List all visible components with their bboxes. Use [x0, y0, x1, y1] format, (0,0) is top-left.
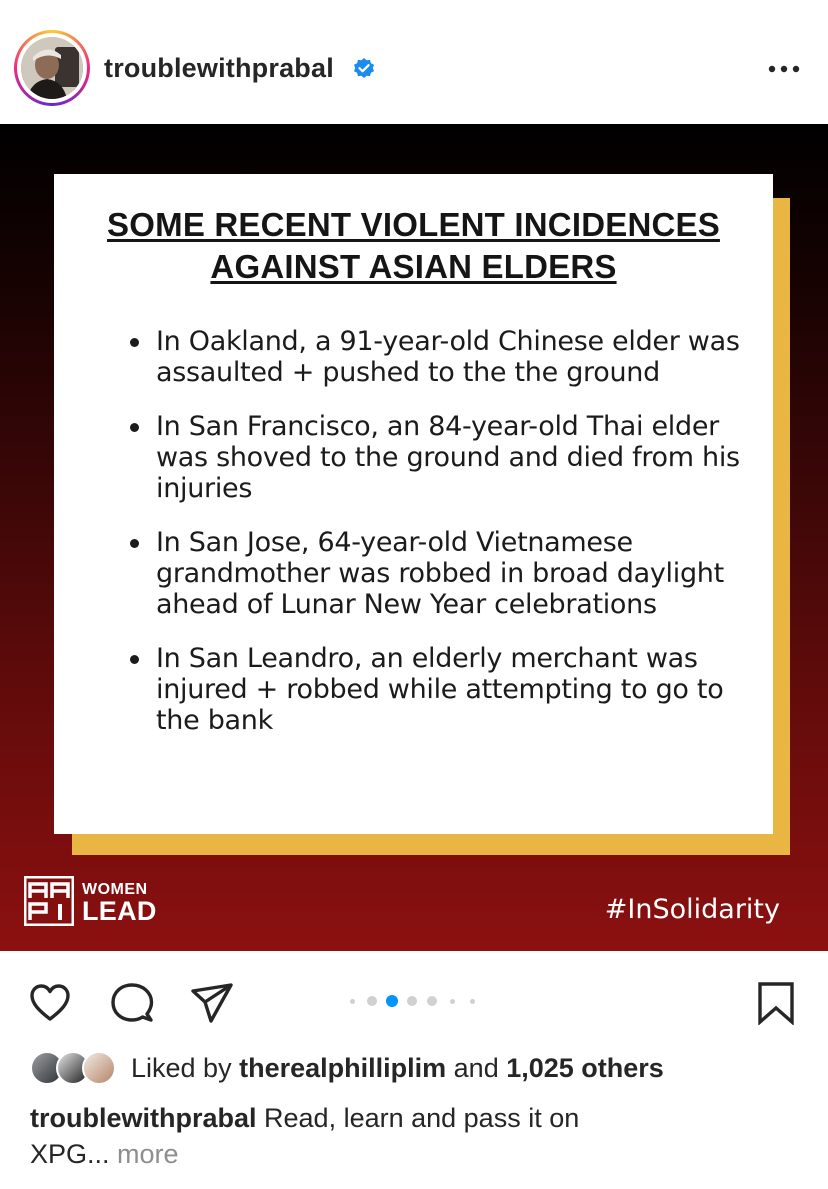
- caption: troublewithprabal Read, learn and pass i…: [30, 1100, 810, 1172]
- carousel-dot: [427, 996, 437, 1006]
- send-icon[interactable]: [190, 981, 234, 1025]
- liker-username[interactable]: therealphilliplim: [239, 1053, 446, 1083]
- card-title-line1: SOME RECENT VIOLENT INCIDENCES: [107, 206, 720, 243]
- likes-count[interactable]: 1,025 others: [506, 1053, 664, 1083]
- ellipsis-horizontal-icon[interactable]: [764, 56, 804, 82]
- carousel-dot: [367, 996, 377, 1006]
- likes-prefix: Liked by: [131, 1053, 232, 1083]
- action-bar: [0, 951, 828, 1046]
- likes-row[interactable]: Liked by therealphilliplim and 1,025 oth…: [30, 1048, 810, 1088]
- bookmark-icon[interactable]: [754, 981, 798, 1025]
- post-image[interactable]: SOME RECENT VIOLENT INCIDENCES AGAINST A…: [0, 124, 828, 951]
- avatar-photo: [21, 37, 83, 99]
- story-ring[interactable]: [14, 30, 90, 106]
- heart-icon[interactable]: [28, 981, 72, 1025]
- carousel-dot: [349, 998, 355, 1004]
- liker-avatar[interactable]: [82, 1051, 116, 1085]
- caption-more-link[interactable]: more: [117, 1139, 179, 1169]
- post-header: troublewithprabal: [0, 0, 828, 124]
- caption-text-line2: XPG...: [30, 1139, 110, 1169]
- hashtag: #InSolidarity: [604, 894, 780, 925]
- aapi-women-lead-logo: WOMEN LEAD: [24, 876, 164, 928]
- incident-list: In Oakland, a 91-year-old Chinese elder …: [124, 326, 744, 759]
- likes-text: Liked by therealphilliplim and 1,025 oth…: [131, 1053, 664, 1084]
- incident-item: In San Jose, 64-year-old Vietnamese gran…: [124, 527, 744, 620]
- carousel-indicator: [348, 994, 480, 1008]
- carousel-dot: [469, 998, 475, 1004]
- comment-icon[interactable]: [110, 981, 154, 1025]
- logo-text-lead: LEAD: [82, 896, 157, 926]
- carousel-dot: [407, 996, 417, 1006]
- card-title: SOME RECENT VIOLENT INCIDENCES AGAINST A…: [54, 204, 773, 288]
- aapi-logo-mark-icon: [24, 876, 74, 926]
- verified-badge-icon: [354, 58, 374, 78]
- avatar[interactable]: [21, 37, 83, 99]
- info-card: SOME RECENT VIOLENT INCIDENCES AGAINST A…: [54, 174, 773, 834]
- incident-item: In San Leandro, an elderly merchant was …: [124, 643, 744, 736]
- caption-username[interactable]: troublewithprabal: [30, 1103, 257, 1133]
- carousel-dot-active: [386, 995, 398, 1007]
- caption-text: Read, learn and pass it on: [264, 1103, 580, 1133]
- carousel-dot: [449, 998, 455, 1004]
- likes-connector: and: [453, 1053, 499, 1083]
- card-title-line2: AGAINST ASIAN ELDERS: [210, 248, 617, 285]
- incident-item: In San Francisco, an 84-year-old Thai el…: [124, 411, 744, 504]
- username[interactable]: troublewithprabal: [104, 53, 334, 84]
- incident-item: In Oakland, a 91-year-old Chinese elder …: [124, 326, 744, 388]
